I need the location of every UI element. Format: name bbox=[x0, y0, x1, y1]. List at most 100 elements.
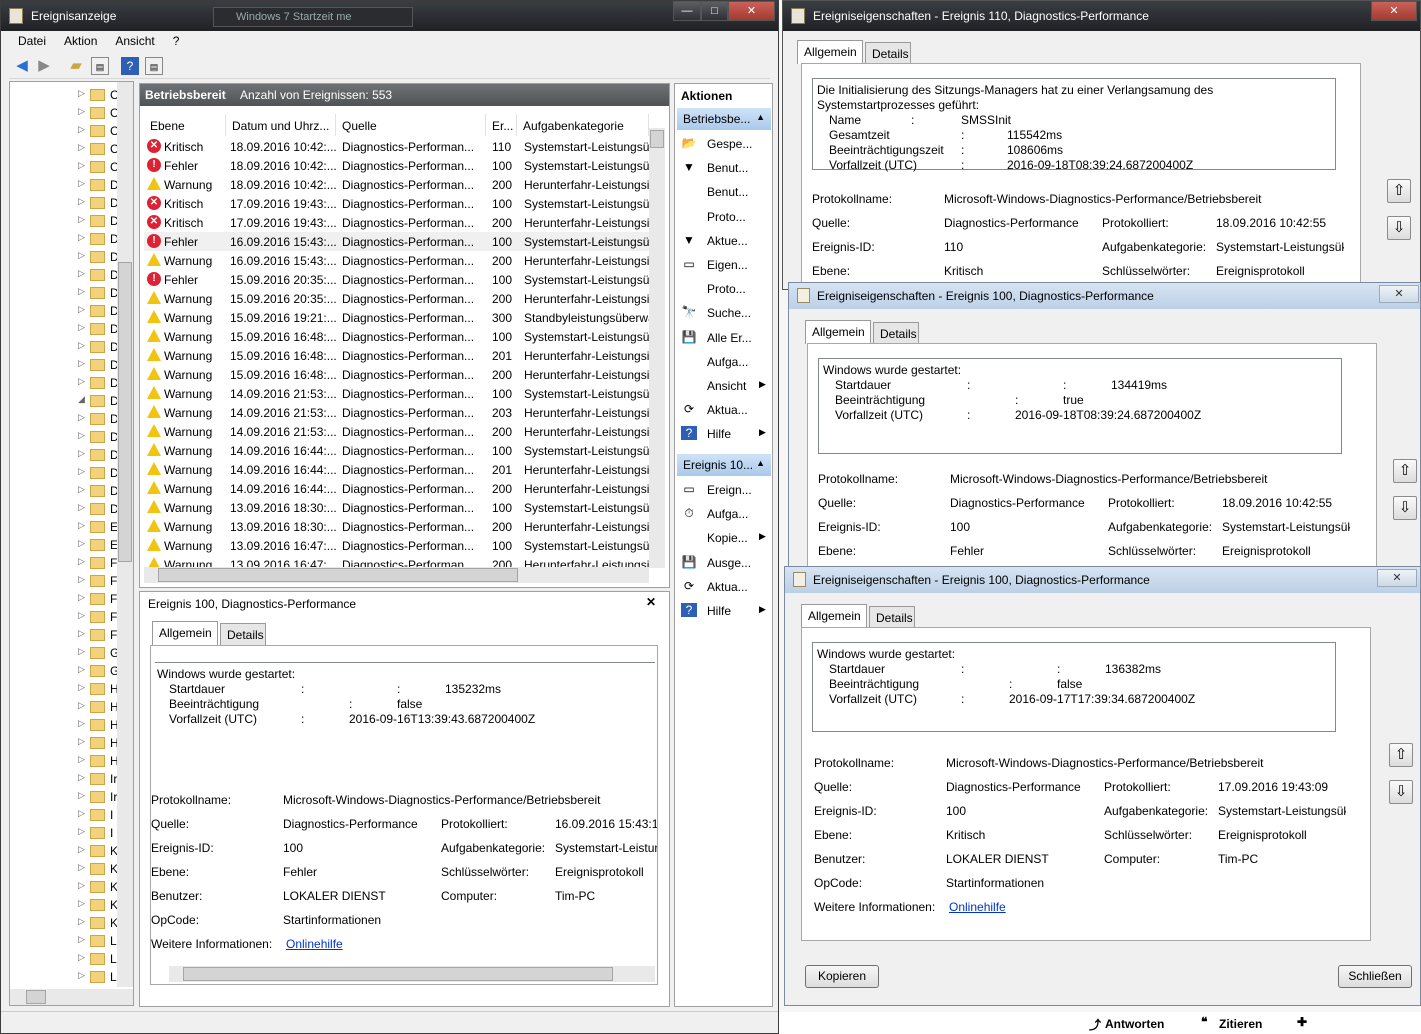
events-hscroll-thumb[interactable] bbox=[158, 568, 518, 582]
tree-item[interactable]: ▷ Ir bbox=[78, 788, 118, 806]
menu-datei[interactable]: Datei bbox=[9, 31, 55, 51]
col-source[interactable]: Quelle bbox=[336, 114, 486, 136]
expand-arrow-icon[interactable]: ▷ bbox=[78, 754, 85, 765]
actions-section-event[interactable]: Ereignis 10... ▲ bbox=[677, 454, 771, 476]
event-row[interactable]: ! Fehler 18.09.2016 10:42:... Diagnostics-P… bbox=[144, 156, 652, 175]
tree-item[interactable]: ▷ D bbox=[78, 500, 119, 518]
expand-arrow-icon[interactable]: ▷ bbox=[78, 160, 85, 171]
tree-item[interactable]: ▷ L bbox=[78, 950, 118, 968]
expand-arrow-icon[interactable]: ▷ bbox=[78, 682, 85, 693]
tree-item[interactable]: ▷ D bbox=[78, 266, 119, 284]
menu-ansicht[interactable]: Ansicht bbox=[106, 31, 163, 51]
tree-item[interactable]: ▷ F bbox=[78, 608, 118, 626]
dialog3-tab-details[interactable]: Details bbox=[869, 606, 915, 628]
event-row[interactable]: ✕ Kritisch 17.09.2016 19:43:... Diagnostics… bbox=[144, 213, 649, 232]
dialog3-next-button[interactable]: ⇩ bbox=[1389, 780, 1413, 804]
tree-item[interactable]: ▷ L bbox=[78, 932, 118, 950]
tree-item[interactable]: ▷ C bbox=[78, 86, 119, 104]
event-row[interactable]: ! Fehler 16.09.2016 15:43:... Diagnostics-P… bbox=[144, 232, 652, 251]
action-item[interactable]: ⟳ Aktua... bbox=[681, 398, 771, 422]
tree-item[interactable]: ▷ D bbox=[78, 464, 119, 482]
close-button[interactable]: ✕ bbox=[728, 1, 775, 21]
expand-arrow-icon[interactable]: ▷ bbox=[78, 430, 85, 441]
expand-arrow-icon[interactable]: ▷ bbox=[78, 916, 85, 927]
dialog2-tab-details[interactable]: Details bbox=[873, 322, 919, 344]
tree-item[interactable]: ▷ D bbox=[78, 482, 119, 500]
tree-item[interactable]: ▷ F bbox=[78, 626, 118, 644]
menu-aktion[interactable]: Aktion bbox=[55, 31, 106, 51]
expand-arrow-icon[interactable]: ▷ bbox=[78, 646, 85, 657]
dialog3-close-x[interactable]: ✕ bbox=[1377, 569, 1417, 587]
dialog1-titlebar[interactable]: Ereigniseigenschaften - Ereignis 110, Di… bbox=[783, 1, 1420, 31]
taskbar-tab[interactable]: Windows 7 Startzeit me bbox=[213, 7, 413, 27]
expand-arrow-icon[interactable]: ▷ bbox=[78, 484, 85, 495]
event-row[interactable]: ! Warnung 13.09.2016 18:30:... Diagnostics-… bbox=[144, 498, 652, 517]
tree-item[interactable]: ▷ D bbox=[78, 356, 119, 374]
action-item[interactable]: ▼ Benut... bbox=[681, 156, 771, 180]
show-actions-icon[interactable]: ▤ bbox=[145, 57, 163, 75]
expand-arrow-icon[interactable]: ▷ bbox=[78, 880, 85, 891]
up-folder-icon[interactable]: ▰ bbox=[67, 57, 85, 75]
copy-button[interactable]: Kopieren bbox=[805, 965, 879, 988]
action-item[interactable]: ⟳ Aktua... bbox=[681, 575, 771, 599]
event-row[interactable]: ! Fehler 15.09.2016 20:35:... Diagnostics-P… bbox=[144, 270, 652, 289]
event-row[interactable]: ! Warnung 18.09.2016 10:42:... Diagnostics-… bbox=[144, 175, 649, 194]
tree-item[interactable]: ▷ C bbox=[78, 158, 119, 176]
dialog1-prev-button[interactable]: ⇧ bbox=[1387, 179, 1411, 203]
action-item[interactable]: ▭ Eigen... bbox=[681, 253, 771, 277]
expand-arrow-icon[interactable]: ▷ bbox=[78, 502, 85, 513]
expand-arrow-icon[interactable]: ▷ bbox=[78, 250, 85, 261]
tree-item[interactable]: ▷ H bbox=[78, 752, 119, 770]
tree-item[interactable]: ▷ F bbox=[78, 590, 118, 608]
tree-item[interactable]: ▷ D bbox=[78, 302, 119, 320]
tree-item[interactable]: ▷ I bbox=[78, 806, 118, 824]
dialog2-prev-button[interactable]: ⇧ bbox=[1393, 459, 1417, 483]
tree-scroll-thumb[interactable] bbox=[118, 262, 132, 562]
add-quote-icon[interactable]: ✚ bbox=[1297, 1015, 1307, 1029]
expand-arrow-icon[interactable]: ▷ bbox=[78, 322, 85, 333]
dialog1-tab-general[interactable]: Allgemein bbox=[797, 40, 863, 64]
tree-item[interactable]: ▷ F bbox=[78, 554, 118, 572]
action-item[interactable]: Benut... bbox=[681, 180, 771, 204]
tree-item[interactable]: ▷ H bbox=[78, 698, 119, 716]
forward-arrow-icon[interactable]: ▶ bbox=[35, 57, 53, 75]
expand-arrow-icon[interactable]: ▷ bbox=[78, 124, 85, 135]
expand-arrow-icon[interactable]: ▷ bbox=[78, 88, 85, 99]
tree-item[interactable]: ▷ E bbox=[78, 536, 118, 554]
tree-item[interactable]: ▷ D bbox=[78, 446, 119, 464]
expand-arrow-icon[interactable]: ▷ bbox=[78, 628, 85, 639]
tree-item[interactable]: ▷ H bbox=[78, 680, 119, 698]
action-item[interactable]: ▼ Aktue... bbox=[681, 229, 771, 253]
action-item[interactable]: Ansicht ▶ bbox=[681, 374, 771, 398]
col-level[interactable]: Ebene bbox=[144, 114, 226, 136]
dialog1-close-button[interactable]: ✕ bbox=[1371, 1, 1417, 21]
expand-arrow-icon[interactable]: ▷ bbox=[78, 664, 85, 675]
tree-hscroll-thumb[interactable] bbox=[26, 990, 46, 1004]
event-row[interactable]: ✕ Kritisch 18.09.2016 10:42:... Diagnostics… bbox=[144, 137, 652, 156]
tree-item[interactable]: ▷ H bbox=[78, 734, 119, 752]
expand-arrow-icon[interactable]: ▷ bbox=[78, 934, 85, 945]
event-row[interactable]: ! Warnung 13.09.2016 18:30:... Diagnostics-… bbox=[144, 517, 649, 536]
tree-item[interactable]: ▷ D bbox=[78, 230, 119, 248]
tree-scrollbar-v[interactable] bbox=[117, 82, 133, 987]
action-item[interactable]: ? Hilfe ▶ bbox=[681, 599, 771, 623]
expand-arrow-icon[interactable]: ▷ bbox=[78, 772, 85, 783]
event-row[interactable]: ! Warnung 15.09.2016 16:48:... Diagnostics-… bbox=[144, 365, 649, 384]
tree-item[interactable]: ▷ G bbox=[78, 662, 119, 680]
menu-help[interactable]: ? bbox=[164, 31, 189, 51]
events-scrollbar-h[interactable] bbox=[144, 567, 649, 583]
tree-item[interactable]: ▷ D bbox=[78, 176, 119, 194]
tree-item[interactable]: ▷ Ir bbox=[78, 770, 118, 788]
reply-button[interactable]: Antworten bbox=[1105, 1017, 1164, 1031]
expand-arrow-icon[interactable]: ▷ bbox=[78, 808, 85, 819]
expand-arrow-icon[interactable]: ▷ bbox=[78, 340, 85, 351]
event-row[interactable]: ! Warnung 13.09.2016 16:47:... Diagnostics-… bbox=[144, 536, 652, 555]
expand-arrow-icon[interactable]: ▷ bbox=[78, 376, 85, 387]
event-row[interactable]: ✕ Kritisch 17.09.2016 19:43:... Diagnostics… bbox=[144, 194, 652, 213]
dialog2-close-button[interactable]: ✕ bbox=[1379, 285, 1419, 303]
action-item[interactable]: Kopie... ▶ bbox=[681, 526, 771, 550]
event-row[interactable]: ! Warnung 15.09.2016 19:21:... Diagnostics-… bbox=[144, 308, 652, 327]
online-help-link[interactable]: Onlinehilfe bbox=[286, 937, 343, 951]
tree-item[interactable]: ▷ C bbox=[78, 122, 119, 140]
tree-item[interactable]: ▷ K bbox=[78, 842, 118, 860]
